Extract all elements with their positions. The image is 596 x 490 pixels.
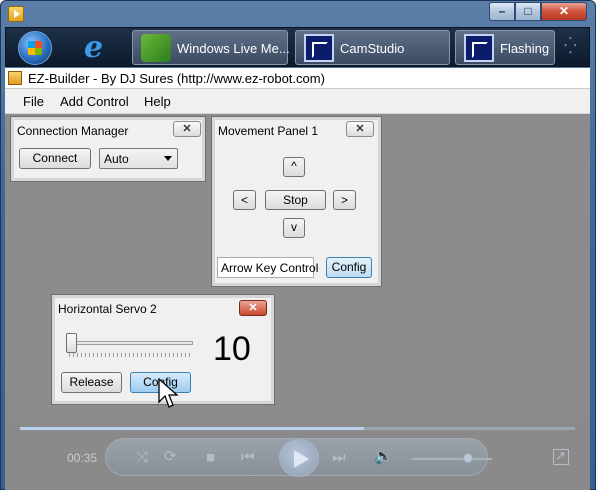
close-icon[interactable]: ✕ (239, 300, 267, 316)
movement-panel-window: Movement Panel 1 ✕ ^ < Stop > v Arrow Ke… (211, 116, 382, 287)
menu-file[interactable]: File (23, 94, 44, 109)
chevron-down-icon (164, 156, 172, 161)
window-title-bar[interactable]: Movement Panel 1 ✕ (216, 121, 377, 141)
close-icon[interactable]: ✕ (346, 121, 374, 137)
servo-slider-thumb[interactable] (66, 333, 77, 353)
previous-icon[interactable]: ⏮ (241, 450, 255, 466)
start-button[interactable] (18, 31, 52, 65)
taskbar-item-messenger[interactable]: Windows Live Me... (132, 30, 290, 65)
release-button[interactable]: Release (61, 372, 122, 393)
camstudio-icon (464, 34, 494, 62)
reverse-button[interactable]: v (283, 218, 305, 238)
stop-icon[interactable]: ■ (206, 450, 215, 466)
camstudio-icon (304, 34, 334, 62)
ez-builder-icon (8, 71, 22, 85)
taskbar-item-flashing[interactable]: Flashing (455, 30, 555, 65)
window-title: Horizontal Servo 2 (58, 302, 157, 316)
volume-slider[interactable] (412, 458, 492, 460)
messenger-icon (141, 34, 171, 62)
window-title: EZ-Builder - By DJ Sures (http://www.ez-… (28, 71, 325, 86)
window-title-bar[interactable]: Connection Manager ✕ (15, 121, 201, 141)
player-title-bar: – □ ✕ (1, 1, 595, 27)
connection-manager-window: Connection Manager ✕ Connect Auto (10, 116, 206, 182)
maximize-button[interactable]: □ (515, 2, 541, 21)
internet-explorer-icon[interactable]: e (84, 33, 116, 63)
stop-button[interactable]: Stop (265, 190, 326, 210)
taskbar-item-label: CamStudio (340, 41, 405, 56)
volume-icon[interactable]: 🔈 (374, 449, 393, 465)
servo-slider-track[interactable] (69, 341, 193, 345)
mouse-pointer-icon (158, 378, 179, 408)
forward-button[interactable]: ^ (283, 157, 305, 177)
elapsed-time: 00:35 (67, 451, 98, 465)
window-title: Movement Panel 1 (218, 124, 319, 138)
control-mode-field[interactable]: Arrow Key Control (217, 257, 318, 278)
media-player-icon (8, 6, 24, 22)
volume-knob[interactable] (463, 453, 473, 463)
taskbar-item-label: Flashing (500, 41, 550, 56)
config-button[interactable]: Config (326, 257, 372, 278)
taskbar-item-label: Windows Live Me... (177, 41, 290, 56)
menu-help[interactable]: Help (144, 94, 171, 109)
play-button[interactable] (279, 439, 319, 477)
control-mode-value: Arrow Key Control (221, 261, 319, 275)
port-select-value: Auto (104, 152, 129, 166)
shuffle-icon[interactable]: ⤨ (136, 450, 148, 466)
minimize-button[interactable]: – (489, 2, 515, 21)
taskbar: e Windows Live Me... CamStudio Flashing … (5, 27, 590, 67)
port-select[interactable]: Auto (99, 148, 178, 169)
close-button[interactable]: ✕ (541, 2, 587, 21)
seek-progress (20, 427, 365, 430)
ez-builder-title-bar: EZ-Builder - By DJ Sures (http://www.ez-… (5, 68, 590, 89)
menu-add-control[interactable]: Add Control (60, 94, 129, 109)
close-icon[interactable]: ✕ (173, 121, 201, 137)
next-icon[interactable]: ⏭ (332, 450, 346, 466)
menu-bar: File Add Control Help (5, 89, 590, 114)
servo-slider-ticks (69, 353, 193, 357)
window-title: Connection Manager (17, 124, 129, 138)
fullscreen-icon[interactable] (553, 448, 569, 465)
taskbar-item-camstudio[interactable]: CamStudio (295, 30, 450, 65)
transport-controls: ⤨ ⟳ ■ ⏮ ⏭ 🔈 (105, 438, 488, 477)
show-desktop-icon[interactable]: ⁛ (564, 38, 582, 56)
servo-position-value: 10 (213, 330, 251, 368)
right-button[interactable]: > (333, 190, 356, 210)
seek-bar[interactable] (20, 427, 575, 430)
repeat-icon[interactable]: ⟳ (164, 449, 177, 465)
connect-button[interactable]: Connect (19, 148, 91, 169)
left-button[interactable]: < (233, 190, 256, 210)
player-controls: 00:35 ⤨ ⟳ ■ ⏮ ⏭ 🔈 (5, 418, 590, 490)
window-title-bar[interactable]: Horizontal Servo 2 ✕ (56, 299, 270, 319)
